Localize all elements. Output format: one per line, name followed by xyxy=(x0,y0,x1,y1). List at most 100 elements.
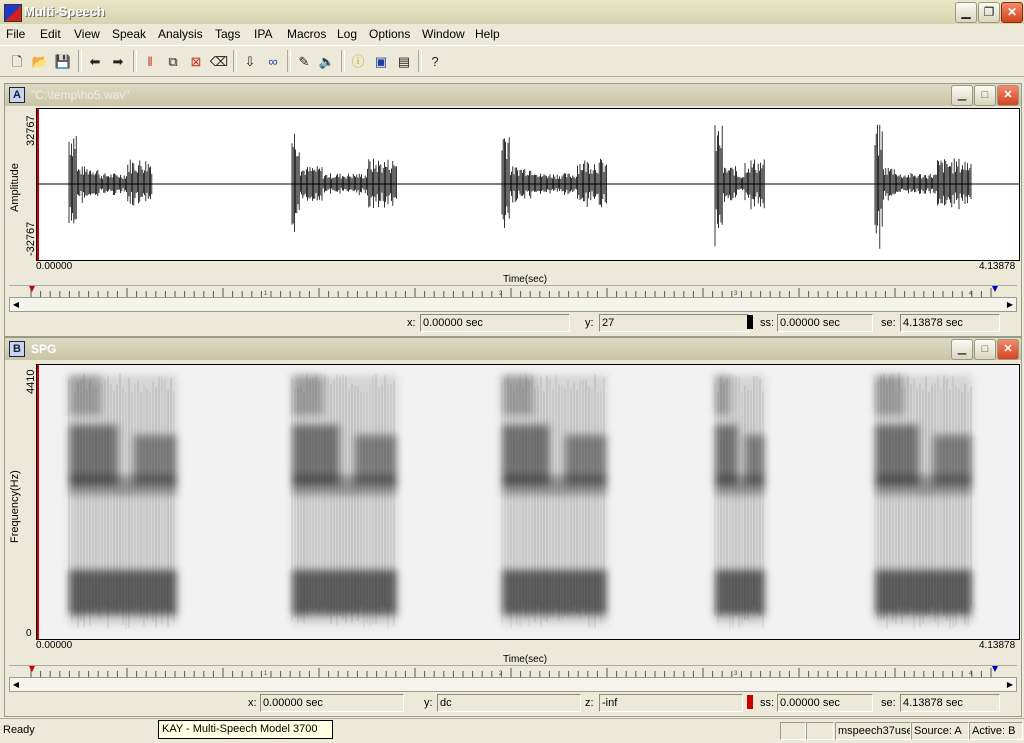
selection-start-readout: 0.00000 sec xyxy=(777,694,873,712)
scroll-left-icon[interactable]: ◀ xyxy=(10,298,22,311)
y-readout: dc xyxy=(437,694,581,712)
ready-status: Ready xyxy=(3,724,35,736)
erase-icon[interactable]: ⌫ xyxy=(208,51,230,73)
restore-icon[interactable]: ❐ xyxy=(978,2,1000,23)
horizontal-scrollbar[interactable]: ◀ ▶ xyxy=(9,297,1017,312)
selection-end-readout: 4.13878 sec xyxy=(900,314,1000,332)
scroll-right-icon[interactable]: ▶ xyxy=(1004,298,1016,311)
waveform-file-title: "C:\temp\ho5.wav" xyxy=(31,88,130,102)
title-bar: Multi-Speech ▁ ❐ ✕ xyxy=(0,0,1024,25)
back-arrow-icon[interactable]: ⬅ xyxy=(84,51,106,73)
toolbar-separator xyxy=(418,50,422,72)
open-icon[interactable]: 📂 xyxy=(29,51,51,73)
menu-speak[interactable]: Speak xyxy=(112,27,146,41)
scroll-left-icon[interactable]: ◀ xyxy=(10,678,22,691)
maximize-icon[interactable]: □ xyxy=(974,339,996,360)
minimize-icon[interactable]: ▁ xyxy=(955,2,977,23)
waveform-trace xyxy=(37,124,1019,249)
y-axis-label: Frequency(Hz) xyxy=(9,470,21,543)
maximize-icon[interactable]: □ xyxy=(974,85,996,106)
menu-help[interactable]: Help xyxy=(475,27,500,41)
y-readout-label: y: xyxy=(424,697,433,709)
active-status: Active: B xyxy=(969,722,1023,740)
y-readout-label: y: xyxy=(585,317,594,329)
x-axis-end: 4.13878 xyxy=(979,261,1016,272)
minimize-icon[interactable]: ▁ xyxy=(951,339,973,360)
info-icon[interactable]: ⓘ xyxy=(347,51,369,73)
menu-log[interactable]: Log xyxy=(337,27,357,41)
close-icon[interactable]: ✕ xyxy=(997,85,1019,106)
x-readout: 0.00000 sec xyxy=(420,314,570,332)
status-panel-empty xyxy=(806,722,834,740)
x-readout-label: x: xyxy=(248,697,257,709)
ss-readout-label: ss: xyxy=(760,317,775,329)
y-axis-bottom-value: 0 xyxy=(26,628,32,639)
delete-icon[interactable]: ⊠ xyxy=(185,51,207,73)
cursor-color-marker xyxy=(747,315,753,329)
help-icon[interactable]: ? xyxy=(424,51,446,73)
grid-icon[interactable]: ▤ xyxy=(393,51,415,73)
x-readout-label: x: xyxy=(407,317,416,329)
save-icon[interactable]: 💾 xyxy=(52,51,74,73)
microphone-icon[interactable]: ✎ xyxy=(293,51,315,73)
x-axis-label: Time(sec) xyxy=(503,274,548,285)
spectrogram-plot[interactable] xyxy=(36,364,1020,640)
toolbar-separator xyxy=(341,50,345,72)
menu-window[interactable]: Window xyxy=(422,27,465,41)
multi-speech-app: Multi-Speech ▁ ❐ ✕ File Edit View Speak … xyxy=(0,0,1024,743)
se-readout-label: se: xyxy=(881,317,896,329)
scroll-right-icon[interactable]: ▶ xyxy=(1004,678,1016,691)
y-readout: 27 xyxy=(599,314,749,332)
menu-edit[interactable]: Edit xyxy=(40,27,61,41)
menu-options[interactable]: Options xyxy=(369,27,410,41)
minimize-icon[interactable]: ▁ xyxy=(951,85,973,106)
horizontal-scrollbar[interactable]: ◀ ▶ xyxy=(9,677,1017,692)
toolbar-separator xyxy=(287,50,291,72)
x-axis-end: 4.13878 xyxy=(979,640,1016,651)
toolbar-separator xyxy=(233,50,237,72)
speaker-icon[interactable]: 🔈 xyxy=(316,51,338,73)
waveform-title-bar[interactable]: A "C:\temp\ho5.wav" ▁ □ ✕ xyxy=(5,84,1021,106)
menu-macros[interactable]: Macros xyxy=(287,27,326,41)
spectrogram-icon[interactable]: ‖ xyxy=(139,51,161,73)
x-readout: 0.00000 sec xyxy=(260,694,404,712)
se-readout-label: se: xyxy=(881,697,896,709)
toolbar-separator xyxy=(78,50,82,72)
selection-end-readout: 4.13878 sec xyxy=(900,694,1000,712)
close-icon[interactable]: ✕ xyxy=(1001,2,1023,23)
toolbar-separator xyxy=(133,50,137,72)
spectrogram-title-bar[interactable]: B SPG ▁ □ ✕ xyxy=(5,338,1021,360)
new-icon[interactable]: 🗋 xyxy=(6,51,28,73)
toolbar: 🗋 📂 💾 ⬅ ➡ ‖ ⧉ ⊠ ⌫ ⇩ ∞ ✎ 🔈 ⓘ ▣ ▤ ? xyxy=(0,45,1024,77)
menu-analysis[interactable]: Analysis xyxy=(158,27,203,41)
menu-bar: File Edit View Speak Analysis Tags IPA M… xyxy=(0,24,1024,44)
waveform-readout: x: 0.00000 sec y: 27 ss: 0.00000 sec se:… xyxy=(5,313,1021,333)
spectrogram-window[interactable]: B SPG ▁ □ ✕ 4410 Frequency(Hz) 0 0.00000… xyxy=(4,337,1022,717)
app-icon[interactable] xyxy=(4,4,22,22)
window-icon[interactable]: ▣ xyxy=(370,51,392,73)
menu-view[interactable]: View xyxy=(74,27,100,41)
menu-ipa[interactable]: IPA xyxy=(254,27,272,41)
source-status: Source: A xyxy=(911,722,969,740)
x-axis-label: Time(sec) xyxy=(503,654,548,665)
spectrogram-svg xyxy=(37,365,1019,639)
waveform-window[interactable]: A "C:\temp\ho5.wav" ▁ □ ✕ 32767 Amplitud… xyxy=(4,83,1022,337)
z-readout: -inf xyxy=(599,694,743,712)
copy-icon[interactable]: ⧉ xyxy=(162,51,184,73)
waveform-svg xyxy=(37,109,1019,260)
menu-tags[interactable]: Tags xyxy=(215,27,240,41)
download-icon[interactable]: ⇩ xyxy=(239,51,261,73)
forward-arrow-icon[interactable]: ➡ xyxy=(107,51,129,73)
menu-file[interactable]: File xyxy=(6,27,25,41)
z-readout-label: z: xyxy=(585,697,594,709)
user-status: mspeech37use xyxy=(835,722,911,740)
status-panel-empty xyxy=(780,722,806,740)
waveform-plot[interactable] xyxy=(36,108,1020,261)
close-icon[interactable]: ✕ xyxy=(997,339,1019,360)
x-axis-start: 0.00000 xyxy=(36,261,73,272)
selection-start-readout: 0.00000 sec xyxy=(777,314,873,332)
spectrogram-readout: x: 0.00000 sec y: dc z: -inf ss: 0.00000… xyxy=(5,693,1021,713)
panel-letter: B xyxy=(9,341,25,357)
link-icon[interactable]: ∞ xyxy=(262,51,284,73)
spectrogram-title: SPG xyxy=(31,342,57,356)
